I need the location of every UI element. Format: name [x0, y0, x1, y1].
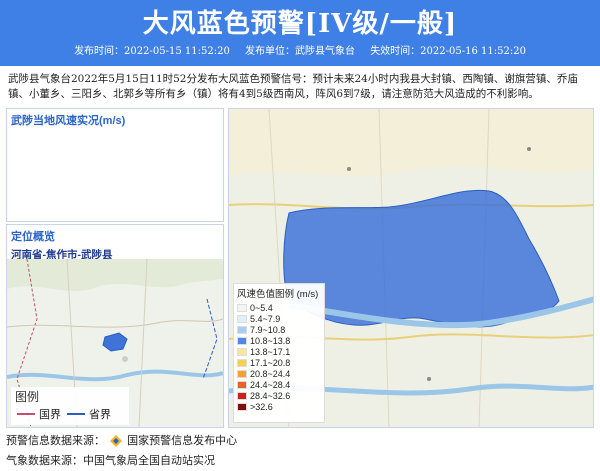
legend-title: 图例: [15, 390, 40, 404]
wind-legend-item: 28.4~32.6: [234, 390, 324, 401]
wind-legend-item: 10.8~13.8: [234, 335, 324, 346]
wind-speed-panel: 武陟当地风速实况(m/s): [6, 108, 224, 222]
location-panel-title: 定位概览: [11, 231, 55, 243]
national-border-swatch: [17, 413, 35, 415]
wind-legend-item: 24.4~28.4: [234, 379, 324, 390]
warning-source-label: 预警信息数据来源：: [6, 435, 105, 447]
wind-legend-item: >32.6: [234, 401, 324, 412]
wind-legend-item: 5.4~7.9: [234, 313, 324, 324]
wind-legend-item: 0~5.4: [234, 302, 324, 313]
warning-description: 武陟县气象台2022年5月15日11时52分发布大风蓝色预警信号：预计未来24小…: [8, 73, 578, 100]
weather-data-source: 气象数据来源：中国气象局全国自动站实况: [6, 455, 215, 467]
wind-panel-title: 武陟当地风速实况(m/s): [11, 115, 126, 127]
wind-legend-title: 风速色值图例 (m/s): [237, 289, 319, 300]
expire-time: 失效时间：2022-05-16 11:52:20: [370, 46, 526, 57]
warning-area-map[interactable]: 风速色值图例 (m/s) 0~5.4 5.4~7.9 7.9~10.8 10.8…: [228, 108, 594, 428]
warning-meta: 发布时间：2022-05-15 11:52:20 发布单位：武陟县气象台 失效时…: [0, 44, 600, 60]
wind-legend-item: 13.8~17.1: [234, 346, 324, 357]
warning-header: 大风蓝色预警[IV级/一般] 发布时间：2022-05-15 11:52:20 …: [0, 0, 600, 66]
legend-national-border: 国界: [11, 406, 61, 422]
issuer: 发布单位：武陟县气象台: [245, 46, 355, 57]
wind-legend-item: 17.1~20.8: [234, 357, 324, 368]
warning-source-name: 国家预警信息发布中心: [127, 435, 238, 447]
wind-legend-item: 20.8~24.4: [234, 368, 324, 379]
warning-source: 预警信息数据来源： 国家预警信息发布中心: [6, 432, 237, 448]
warning-title: 大风蓝色预警[IV级/一般]: [142, 9, 458, 39]
issue-time: 发布时间：2022-05-15 11:52:20: [74, 46, 230, 57]
wind-legend-item: 7.9~10.8: [234, 324, 324, 335]
early-warning-center-logo-icon: [110, 435, 123, 448]
provincial-border-swatch: [67, 413, 85, 415]
wind-speed-legend: 风速色值图例 (m/s) 0~5.4 5.4~7.9 7.9~10.8 10.8…: [233, 283, 325, 423]
legend-provincial-border: 省界: [61, 406, 111, 422]
map-legend: 图例 国界 省界: [11, 387, 129, 425]
location-panel: 定位概览 河南省-焦作市-武陟县 图例 国界 省界: [6, 224, 224, 428]
